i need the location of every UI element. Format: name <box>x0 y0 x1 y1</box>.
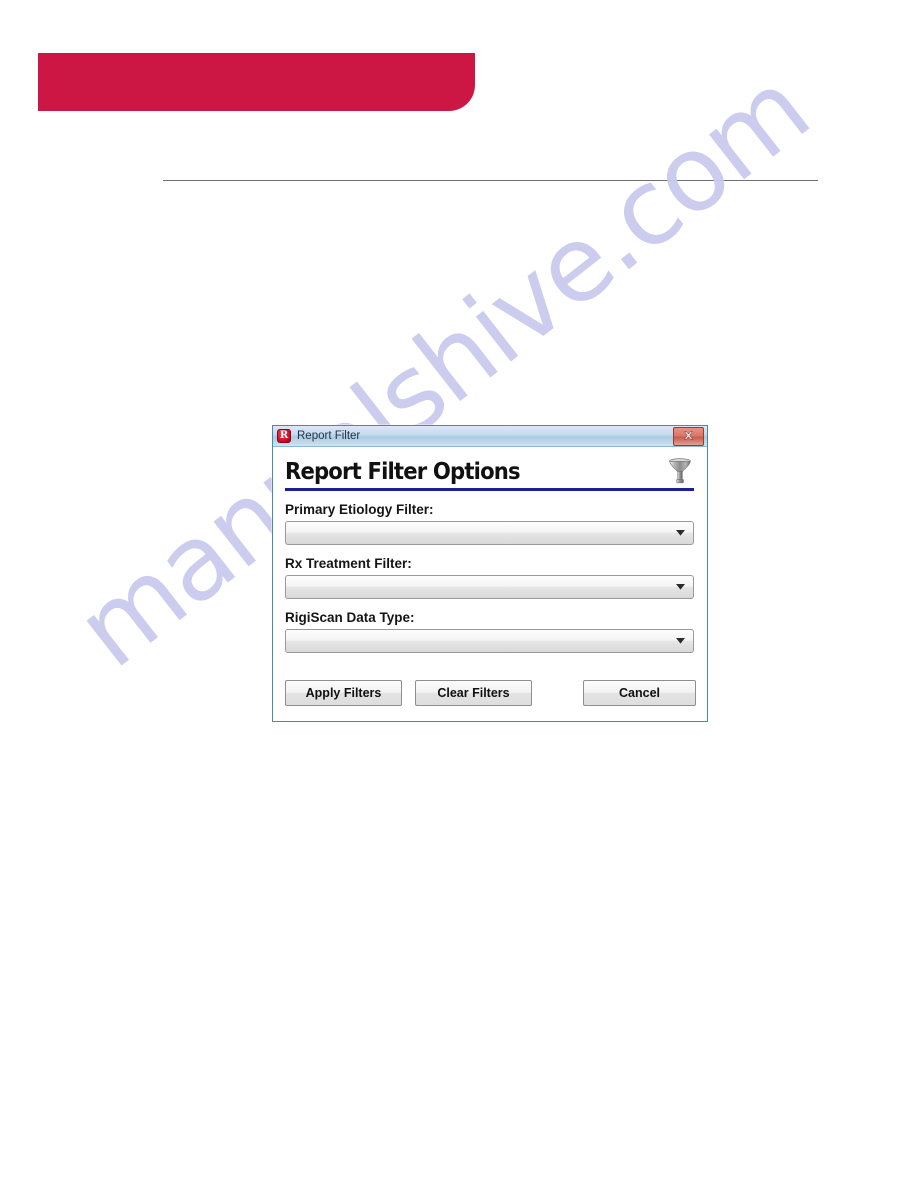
label-rigiscan-data-type: RigiScan Data Type: <box>285 610 415 625</box>
combo-value-primary-etiology-filter <box>286 522 693 526</box>
field-primary-etiology-filter: Primary Etiology Filter: <box>285 502 694 545</box>
dialog-body: Report Filter Options Primary Etiology F… <box>273 447 707 720</box>
report-filter-dialog: R Report Filter Report Filter Options Pr… <box>272 425 708 722</box>
report-filter-app-icon: R <box>277 429 291 443</box>
header-divider-rule <box>163 180 818 181</box>
chevron-down-icon <box>676 530 685 536</box>
cancel-button[interactable]: Cancel <box>583 680 696 706</box>
chevron-down-icon <box>676 584 685 590</box>
apply-filters-button[interactable]: Apply Filters <box>285 680 402 706</box>
combo-primary-etiology-filter[interactable] <box>285 521 694 545</box>
field-rx-treatment-filter: Rx Treatment Filter: <box>285 556 694 599</box>
label-primary-etiology-filter: Primary Etiology Filter: <box>285 502 434 517</box>
clear-filters-button[interactable]: Clear Filters <box>415 680 532 706</box>
funnel-icon <box>669 458 691 484</box>
close-icon <box>683 431 694 440</box>
combo-rigiscan-data-type[interactable] <box>285 629 694 653</box>
field-rigiscan-data-type: RigiScan Data Type: <box>285 610 694 653</box>
combo-value-rigiscan-data-type <box>286 630 693 634</box>
chevron-down-icon <box>676 638 685 644</box>
dialog-titlebar[interactable]: R Report Filter <box>273 426 707 447</box>
dialog-title: Report Filter <box>297 430 361 442</box>
close-button[interactable] <box>673 426 704 446</box>
header-band <box>38 53 475 111</box>
combo-rx-treatment-filter[interactable] <box>285 575 694 599</box>
dialog-heading-row: Report Filter Options <box>285 455 694 485</box>
dialog-heading-rule <box>285 488 694 491</box>
label-rx-treatment-filter: Rx Treatment Filter: <box>285 556 412 571</box>
combo-value-rx-treatment-filter <box>286 576 693 580</box>
dialog-button-row: Apply Filters Clear Filters Cancel <box>285 680 696 706</box>
page-root: manualshive.com R Report Filter Report F… <box>0 0 918 1188</box>
dialog-heading: Report Filter Options <box>285 459 521 485</box>
